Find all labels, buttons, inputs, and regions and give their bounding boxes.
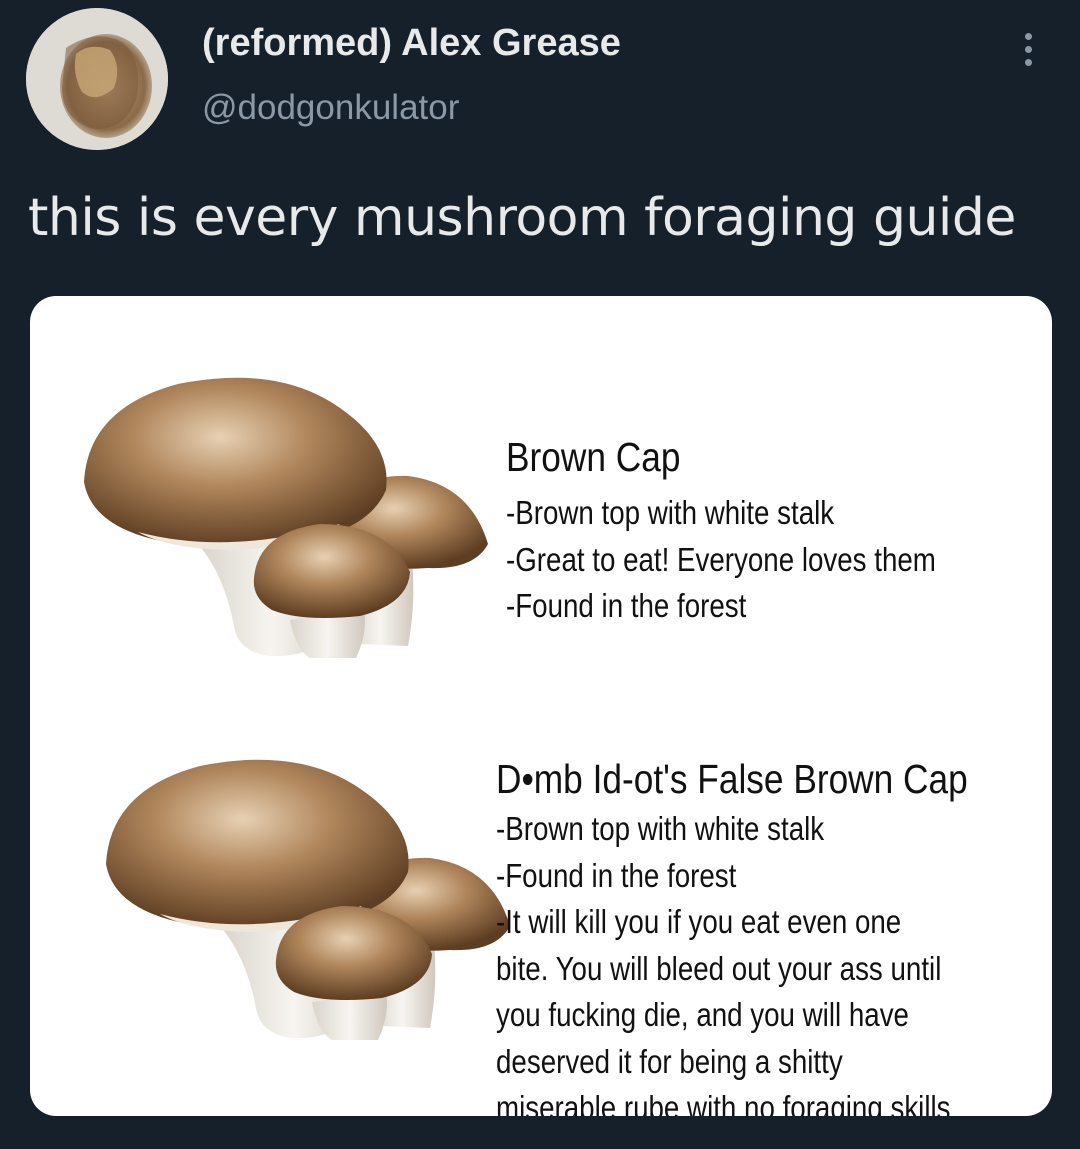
entry-line: deserved it for being a shitty (496, 1042, 843, 1080)
entry-title: D•mb Id-ot's False Brown Cap (496, 756, 968, 802)
entry-line: -It will kill you if you eat even one (496, 903, 902, 940)
guide-entry: Brown Cap -Brown top with white stalk -G… (506, 432, 1046, 630)
user-handle[interactable]: @dodgonkulator (202, 88, 459, 128)
tweet-text: this is every mushroom foraging guide (28, 188, 1016, 248)
guide-entry: D•mb Id-ot's False Brown Cap -Brown top … (496, 754, 1052, 1116)
entry-line: -Found in the forest (506, 587, 747, 624)
more-vertical-icon (1024, 32, 1032, 40)
avatar[interactable] (26, 8, 168, 150)
entry-line: -Great to eat! Everyone loves them (506, 540, 936, 578)
mushroom-illustration (106, 759, 510, 1040)
display-name[interactable]: (reformed) Alex Grease (202, 22, 621, 65)
entry-line: bite. You will bleed out your ass until (496, 949, 942, 987)
entry-line: -Brown top with white stalk (506, 494, 835, 531)
entry-line: -Brown top with white stalk (496, 810, 825, 847)
entry-line: you fucking die, and you will have (496, 996, 909, 1033)
tweet-image[interactable]: Brown Cap -Brown top with white stalk -G… (30, 296, 1052, 1116)
mushroom-illustration (84, 377, 488, 658)
entry-line: -Found in the forest (496, 856, 737, 894)
entry-line: miserable rube with no foraging skills (496, 1089, 951, 1116)
more-options-button[interactable] (1008, 24, 1048, 74)
entry-title: Brown Cap (506, 434, 681, 480)
